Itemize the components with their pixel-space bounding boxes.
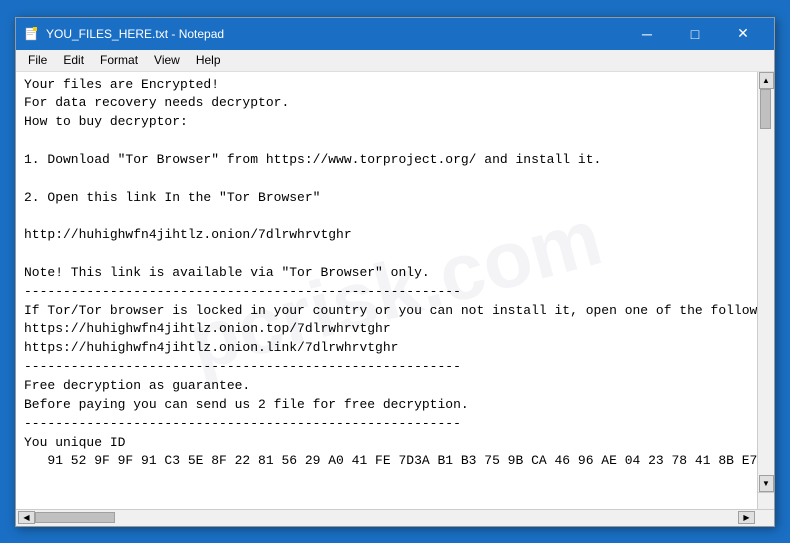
- scrollbar-spacer: [755, 511, 772, 524]
- vertical-scrollbar[interactable]: ▲ ▼: [757, 72, 774, 492]
- menu-help[interactable]: Help: [188, 51, 229, 69]
- maximize-button[interactable]: □: [672, 18, 718, 50]
- scroll-left-button[interactable]: ◀: [18, 511, 35, 524]
- notepad-window: YOU_FILES_HERE.txt - Notepad ─ □ ✕ File …: [15, 17, 775, 527]
- scroll-down-button[interactable]: ▼: [759, 475, 774, 492]
- notepad-icon: [24, 26, 40, 42]
- menu-edit[interactable]: Edit: [55, 51, 92, 69]
- content-area: pcrisk.com Your files are Encrypted! For…: [16, 72, 774, 509]
- window-controls: ─ □ ✕: [624, 18, 766, 50]
- scroll-track-x[interactable]: [35, 511, 738, 524]
- horizontal-scrollbar[interactable]: ◀ ▶: [16, 509, 774, 526]
- close-button[interactable]: ✕: [720, 18, 766, 50]
- menu-file[interactable]: File: [20, 51, 55, 69]
- text-editor[interactable]: Your files are Encrypted! For data recov…: [16, 72, 774, 509]
- scroll-thumb-x[interactable]: [35, 512, 115, 523]
- menu-bar: File Edit Format View Help: [16, 50, 774, 72]
- menu-view[interactable]: View: [146, 51, 188, 69]
- title-bar: YOU_FILES_HERE.txt - Notepad ─ □ ✕: [16, 18, 774, 50]
- menu-format[interactable]: Format: [92, 51, 146, 69]
- scrollbar-corner: [757, 492, 774, 509]
- scroll-up-button[interactable]: ▲: [759, 72, 774, 89]
- minimize-button[interactable]: ─: [624, 18, 670, 50]
- window-title: YOU_FILES_HERE.txt - Notepad: [46, 27, 624, 41]
- scroll-right-button[interactable]: ▶: [738, 511, 755, 524]
- scroll-track-y[interactable]: [759, 89, 774, 475]
- scroll-thumb-y[interactable]: [760, 89, 771, 129]
